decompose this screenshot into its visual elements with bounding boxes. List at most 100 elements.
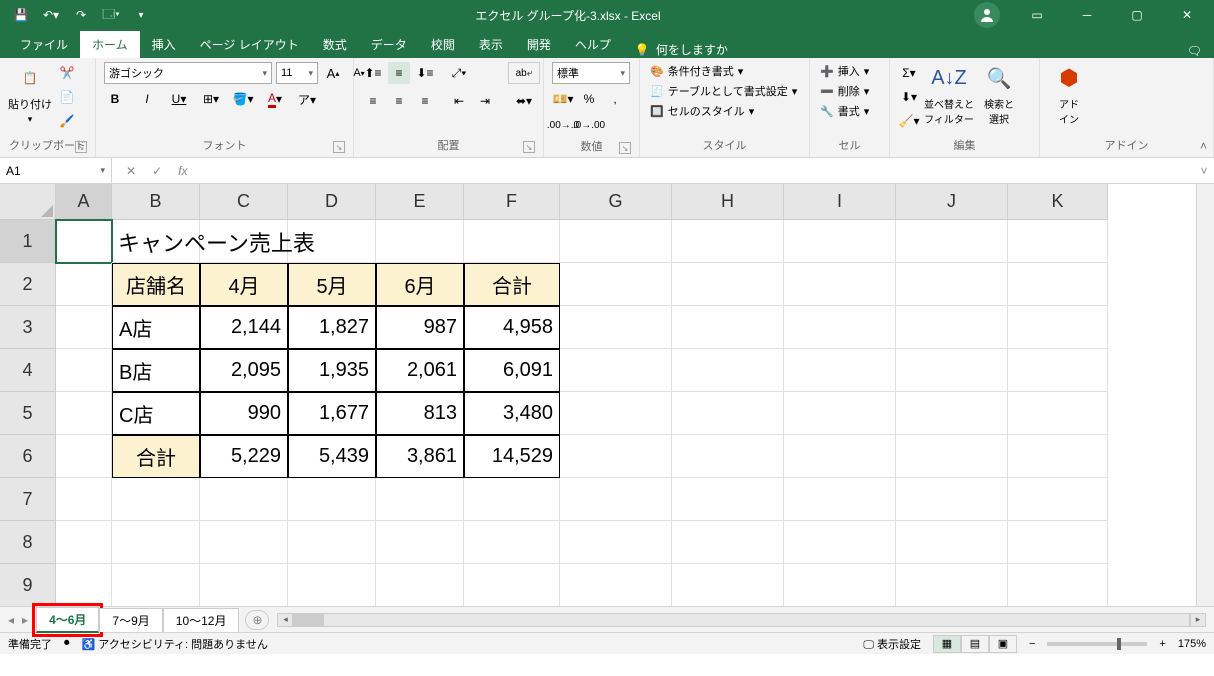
borders-icon[interactable]: ⊞▾ [200,88,222,110]
data-cell-E2[interactable]: 6月 [376,263,464,306]
cell-H8[interactable] [672,521,784,564]
tab-data[interactable]: データ [359,31,419,58]
cell-F7[interactable] [464,478,560,521]
font-dialog-icon[interactable]: ↘ [333,141,345,153]
row-header-8[interactable]: 8 [0,521,56,564]
cell-I8[interactable] [784,521,896,564]
cell-A4[interactable] [56,349,112,392]
number-format-combo[interactable]: 標準▾ [552,62,630,84]
bold-button[interactable]: B [104,88,126,110]
col-header-I[interactable]: I [784,184,896,220]
data-cell-E5[interactable]: 813 [376,392,464,435]
tab-review[interactable]: 校閲 [419,31,467,58]
copy-icon[interactable]: 📄 [56,86,78,108]
cell-G7[interactable] [560,478,672,521]
sheet-tab-1[interactable]: 4～6月 [36,607,99,633]
col-header-D[interactable]: D [288,184,376,220]
cell-B7[interactable] [112,478,200,521]
cell-A1[interactable] [56,220,112,263]
decrease-decimal-icon[interactable]: .0→.00 [578,114,600,136]
cell-G3[interactable] [560,306,672,349]
cell-C8[interactable] [200,521,288,564]
clipboard-dialog-icon[interactable]: ↘ [75,141,87,153]
cell-K1[interactable] [1008,220,1108,263]
delete-cells-button[interactable]: ➖削除 ▾ [818,82,871,100]
row-header-6[interactable]: 6 [0,435,56,478]
hscroll-left-icon[interactable]: ◂ [277,613,293,627]
collapse-ribbon-icon[interactable]: ˄ [1200,139,1207,153]
close-icon[interactable]: ✕ [1164,0,1210,30]
qat-customize-icon[interactable]: 🗔▾ [100,4,122,26]
cell-E8[interactable] [376,521,464,564]
cell-C9[interactable] [200,564,288,606]
data-cell-B3[interactable]: A店 [112,306,200,349]
data-cell-D2[interactable]: 5月 [288,263,376,306]
row-header-4[interactable]: 4 [0,349,56,392]
fill-color-icon[interactable]: 🪣▾ [232,88,254,110]
col-header-J[interactable]: J [896,184,1008,220]
cell-F1[interactable] [464,220,560,263]
col-header-F[interactable]: F [464,184,560,220]
wrap-text-icon[interactable]: ab⤶ [508,62,540,84]
ribbon-display-icon[interactable]: ▭ [1014,0,1060,30]
data-cell-F2[interactable]: 合計 [464,263,560,306]
currency-icon[interactable]: 💴▾ [552,88,574,110]
minimize-icon[interactable]: ─ [1064,0,1110,30]
cell-I3[interactable] [784,306,896,349]
expand-formula-icon[interactable]: ˅ [1194,164,1214,178]
cell-J5[interactable] [896,392,1008,435]
cell-K7[interactable] [1008,478,1108,521]
data-cell-D6[interactable]: 5,439 [288,435,376,478]
increase-font-icon[interactable]: A▴ [322,62,344,84]
addins-button[interactable]: ⬢ アド イン [1048,62,1090,126]
data-cell-D5[interactable]: 1,677 [288,392,376,435]
accessibility-status[interactable]: ♿ アクセシビリティ: 問題ありません [82,636,268,652]
qat-more-icon[interactable]: ▾ [130,4,152,26]
cell-K6[interactable] [1008,435,1108,478]
cell-A3[interactable] [56,306,112,349]
view-normal-icon[interactable]: ▦ [933,635,961,653]
increase-decimal-icon[interactable]: .00→.0 [552,114,574,136]
row-header-7[interactable]: 7 [0,478,56,521]
align-center-icon[interactable]: ≡ [388,90,410,112]
data-cell-C2[interactable]: 4月 [200,263,288,306]
cell-K8[interactable] [1008,521,1108,564]
fill-icon[interactable]: ⬇▾ [898,86,920,108]
cell-A6[interactable] [56,435,112,478]
cell-G9[interactable] [560,564,672,606]
data-cell-B4[interactable]: B店 [112,349,200,392]
cell-A8[interactable] [56,521,112,564]
cell-K9[interactable] [1008,564,1108,606]
cell-A7[interactable] [56,478,112,521]
data-cell-B2[interactable]: 店舗名 [112,263,200,306]
tab-developer[interactable]: 開発 [515,31,563,58]
macro-record-icon[interactable]: ⏺ [64,637,70,650]
comma-icon[interactable]: , [604,88,626,110]
cell-J2[interactable] [896,263,1008,306]
cell-K2[interactable] [1008,263,1108,306]
data-cell-C3[interactable]: 2,144 [200,306,288,349]
vertical-scrollbar[interactable] [1196,184,1214,606]
cell-B9[interactable] [112,564,200,606]
data-cell-C4[interactable]: 2,095 [200,349,288,392]
cell-H7[interactable] [672,478,784,521]
align-bottom-icon[interactable]: ⬇≡ [414,62,436,84]
select-all-corner[interactable] [0,184,56,220]
find-select-button[interactable]: 🔍 検索と 選択 [978,62,1020,126]
cell-I9[interactable] [784,564,896,606]
data-cell-C6[interactable]: 5,229 [200,435,288,478]
sheet-next-icon[interactable]: ▸ [22,613,28,627]
col-header-E[interactable]: E [376,184,464,220]
decrease-indent-icon[interactable]: ⇤ [448,90,470,112]
cell-E9[interactable] [376,564,464,606]
autosum-icon[interactable]: Σ▾ [898,62,920,84]
cell-D8[interactable] [288,521,376,564]
font-name-combo[interactable]: 游ゴシック▾ [104,62,272,84]
cut-icon[interactable]: ✂️ [56,62,78,84]
col-header-A[interactable]: A [56,184,112,220]
tell-me[interactable]: 💡 何をしますか [623,41,740,58]
cell-styles-button[interactable]: 🔲セルのスタイル ▾ [648,102,756,120]
account-icon[interactable] [974,2,1000,28]
cell-A2[interactable] [56,263,112,306]
alignment-dialog-icon[interactable]: ↘ [523,141,535,153]
